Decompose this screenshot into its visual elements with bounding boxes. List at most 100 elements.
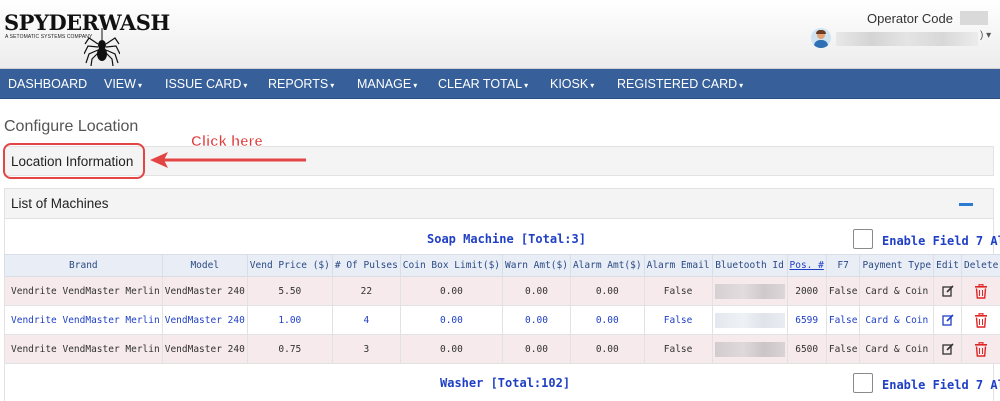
app-header: SPYDERWASH A SETOMATIC SYSTEMS COMPANY O… xyxy=(0,0,1000,69)
col-model: Model xyxy=(161,254,248,277)
cell-model: VendMaster 240 xyxy=(161,276,248,306)
cell-alarm-email: False xyxy=(643,305,713,335)
cell-pos: 6599 xyxy=(786,305,827,335)
col-delete: Delete xyxy=(960,254,1000,277)
cell-brand: Vendrite VendMaster Merlin xyxy=(4,276,163,306)
callout-arrow-icon xyxy=(150,152,306,168)
table-row: Vendrite VendMaster Merlin VendMaster 24… xyxy=(4,276,1000,306)
cell-payment: Card & Coin xyxy=(859,276,935,306)
spider-icon xyxy=(84,28,120,66)
soap-machine-table: Brand Model Vend Price ($) # Of Pulses C… xyxy=(4,254,1000,364)
cell-bluetooth-redacted xyxy=(711,334,788,364)
cell-vend-price: 0.75 xyxy=(246,334,333,364)
cell-pos: 6500 xyxy=(786,334,827,364)
cell-bluetooth-redacted xyxy=(711,276,788,306)
cell-payment: Card & Coin xyxy=(859,334,935,364)
edit-icon[interactable] xyxy=(941,285,954,297)
list-of-machines-panel: List of Machines xyxy=(4,188,994,219)
col-warn-amt: Warn Amt($) xyxy=(502,254,571,277)
cell-coin-limit: 0.00 xyxy=(399,305,504,335)
col-edit: Edit xyxy=(933,254,962,277)
spyderwash-logo[interactable]: SPYDERWASH A SETOMATIC SYSTEMS COMPANY xyxy=(4,6,170,66)
cell-warn: 0.00 xyxy=(502,305,571,335)
cell-pulses: 3 xyxy=(331,334,401,364)
edit-icon[interactable] xyxy=(941,343,954,355)
cell-coin-limit: 0.00 xyxy=(399,276,504,306)
chevron-down-icon: ▾ xyxy=(137,81,142,90)
col-coin-box-limit: Coin Box Limit($) xyxy=(399,254,504,277)
cell-alarm-email: False xyxy=(643,334,713,364)
callout-highlight xyxy=(3,143,145,179)
cell-f7: False xyxy=(825,276,861,306)
col-bluetooth-id: Bluetooth Id xyxy=(711,254,788,277)
col-brand: Brand xyxy=(4,254,163,277)
cell-brand: Vendrite VendMaster Merlin xyxy=(4,334,163,364)
chevron-down-icon: ▾ xyxy=(243,81,248,90)
col-payment-type: Payment Type xyxy=(859,254,935,277)
main-nav: DASHBOARD VIEW ▾ ISSUE CARD ▾ REPORTS ▾ MAN… xyxy=(0,69,1000,99)
table-header-row: Brand Model Vend Price ($) # Of Pulses C… xyxy=(4,254,1000,277)
enable-field7-label[interactable]: Enable Field 7 All xyxy=(882,234,1000,248)
col-alarm-amt: Alarm Amt($) xyxy=(569,254,645,277)
nav-issue-card[interactable]: ISSUE CARD ▾ xyxy=(165,69,247,99)
nav-dashboard[interactable]: DASHBOARD xyxy=(8,69,87,99)
user-menu[interactable]: ) ▾ xyxy=(808,27,996,49)
trash-icon[interactable] xyxy=(974,312,988,328)
enable-field7-label[interactable]: Enable Field 7 All xyxy=(882,378,1000,392)
col-alarm-email: Alarm Email xyxy=(643,254,713,277)
cell-alarm: 0.00 xyxy=(569,334,645,364)
nav-kiosk[interactable]: KIOSK ▾ xyxy=(550,69,594,99)
chevron-down-icon: ▾ xyxy=(330,81,335,90)
table-row: Vendrite VendMaster Merlin VendMaster 24… xyxy=(4,334,1000,364)
nav-reports[interactable]: REPORTS ▾ xyxy=(268,69,334,99)
nav-registered-card[interactable]: REGISTERED CARD ▾ xyxy=(617,69,743,99)
enable-field7-checkbox[interactable] xyxy=(853,229,873,249)
cell-pulses: 22 xyxy=(331,276,401,306)
cell-alarm: 0.00 xyxy=(569,276,645,306)
chevron-down-icon: ▾ xyxy=(739,81,744,90)
collapse-icon[interactable] xyxy=(959,203,973,206)
edit-icon[interactable] xyxy=(941,314,954,326)
cell-delete xyxy=(960,334,1000,364)
col-vend-price: Vend Price ($) xyxy=(246,254,333,277)
group-title-soap: Soap Machine [Total:3] xyxy=(427,232,586,246)
callout-text: Click here xyxy=(191,133,263,151)
cell-delete xyxy=(960,305,1000,335)
table-row: Vendrite VendMaster Merlin VendMaster 24… xyxy=(4,305,1000,335)
cell-brand: Vendrite VendMaster Merlin xyxy=(4,305,163,335)
avatar xyxy=(811,28,831,48)
cell-model: VendMaster 240 xyxy=(161,334,248,364)
cell-pulses: 4 xyxy=(331,305,401,335)
cell-edit xyxy=(933,305,962,335)
cell-delete xyxy=(960,276,1000,306)
cell-edit xyxy=(933,334,962,364)
page-title: Configure Location xyxy=(4,118,139,135)
col-pos-sort-link[interactable]: Pos. # xyxy=(786,254,827,277)
trash-icon[interactable] xyxy=(974,341,988,357)
cell-alarm: 0.00 xyxy=(569,305,645,335)
list-of-machines-label: List of Machines xyxy=(11,196,109,211)
user-menu-caret: ) ▾ xyxy=(980,30,992,41)
operator-code-label: Operator Code xyxy=(867,11,953,26)
cell-vend-price: 5.50 xyxy=(246,276,333,306)
cell-vend-price: 1.00 xyxy=(246,305,333,335)
enable-field7-checkbox[interactable] xyxy=(853,373,873,393)
col-f7: F7 xyxy=(825,254,861,277)
cell-bluetooth-redacted xyxy=(711,305,788,335)
chevron-down-icon: ▾ xyxy=(986,30,992,41)
nav-view[interactable]: VIEW ▾ xyxy=(104,69,142,99)
nav-clear-total[interactable]: CLEAR TOTAL ▾ xyxy=(438,69,528,99)
user-name-redacted xyxy=(836,32,978,46)
nav-manage[interactable]: MANAGE ▾ xyxy=(357,69,417,99)
cell-f7: False xyxy=(825,305,861,335)
operator-code-value-redacted xyxy=(960,11,988,25)
cell-alarm-email: False xyxy=(643,276,713,306)
cell-warn: 0.00 xyxy=(502,334,571,364)
group-title-washer: Washer [Total:102] xyxy=(440,376,571,390)
col-pulses: # Of Pulses xyxy=(331,254,401,277)
cell-warn: 0.00 xyxy=(502,276,571,306)
cell-edit xyxy=(933,276,962,306)
cell-payment: Card & Coin xyxy=(859,305,935,335)
chevron-down-icon: ▾ xyxy=(590,81,595,90)
trash-icon[interactable] xyxy=(974,283,988,299)
